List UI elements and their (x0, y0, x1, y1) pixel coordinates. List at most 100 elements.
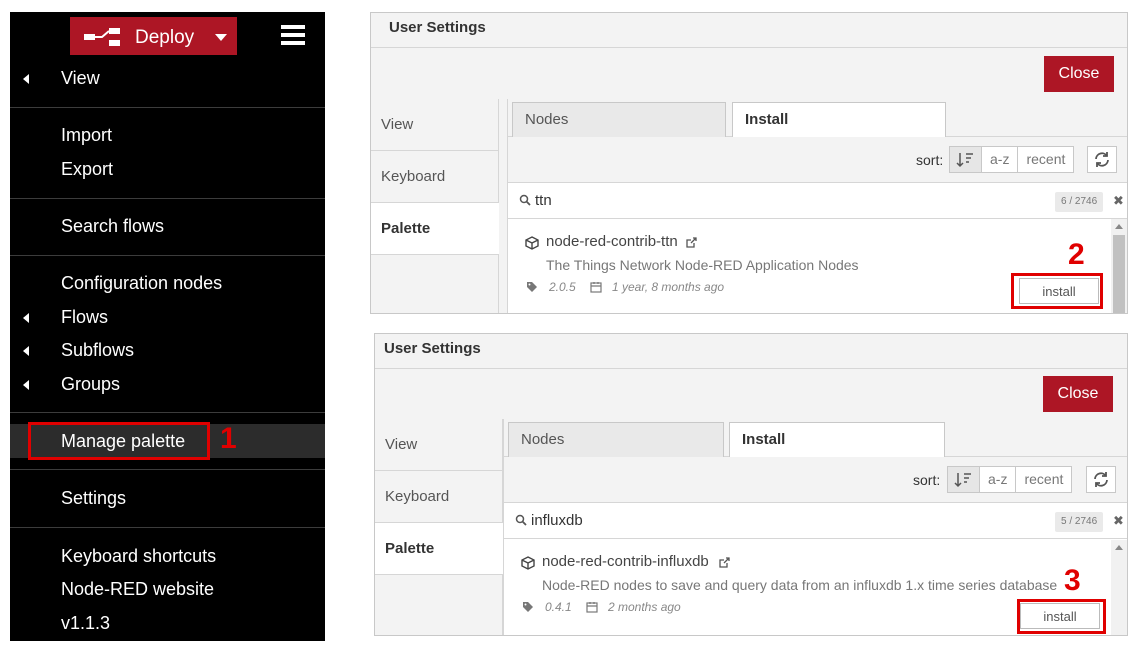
settings-sidebar: View Keyboard Palette (371, 99, 499, 313)
menu-divider (10, 469, 325, 470)
close-button[interactable]: Close (1044, 56, 1114, 92)
package-icon (525, 236, 539, 250)
sort-options: a-z recent (947, 466, 1073, 493)
tab-install[interactable]: Install (732, 102, 946, 138)
sort-bar: sort: a-z recent (508, 137, 1127, 183)
sidebar-tab-keyboard[interactable]: Keyboard (375, 471, 503, 523)
flow-icon (84, 28, 120, 46)
scroll-thumb[interactable] (1113, 235, 1125, 313)
menu-divider (10, 255, 325, 256)
sidebar-tab-keyboard[interactable]: Keyboard (371, 151, 499, 203)
step-number-1: 1 (220, 422, 237, 455)
search-input[interactable] (531, 512, 931, 529)
tab-nodes[interactable]: Nodes (512, 102, 726, 137)
close-icon[interactable]: ✖ (1113, 193, 1124, 209)
tab-install[interactable]: Install (729, 422, 945, 458)
menu-item-configuration-nodes[interactable]: Configuration nodes (10, 268, 325, 298)
package-version: 2.0.5 (549, 280, 576, 294)
sidebar-tab-view[interactable]: View (375, 419, 503, 471)
search-input[interactable] (535, 192, 935, 209)
package-description: The Things Network Node-RED Application … (546, 257, 859, 273)
main-menu: Deploy View Import Export Search flows C… (10, 12, 325, 641)
close-button[interactable]: Close (1043, 376, 1113, 412)
menu-divider (10, 198, 325, 199)
palette-tabs: Nodes Install (508, 99, 1127, 138)
menu-item-keyboard-shortcuts[interactable]: Keyboard shortcuts (10, 541, 325, 571)
menu-item-import[interactable]: Import (10, 120, 325, 150)
menu-item-flows[interactable]: Flows (10, 302, 325, 332)
scrollbar[interactable] (1111, 219, 1127, 313)
menu-item-search-flows[interactable]: Search flows (10, 211, 325, 241)
package-updated: 2 months ago (608, 600, 681, 614)
menu-item-groups[interactable]: Groups (10, 369, 325, 399)
dialog-title: User Settings (384, 340, 481, 357)
external-link-icon[interactable] (685, 236, 698, 249)
menu-divider (10, 412, 325, 413)
package-updated: 1 year, 8 months ago (612, 280, 725, 294)
menu-item-version: v1.1.3 (61, 613, 111, 633)
search-bar: 5 / 2746 ✖ (504, 503, 1127, 539)
sort-recent-button[interactable]: recent (1015, 467, 1071, 492)
scroll-up-icon[interactable] (1115, 224, 1123, 229)
sidebar-tab-palette[interactable]: Palette (375, 523, 503, 575)
divider (371, 47, 1127, 48)
hamburger-icon[interactable] (281, 25, 305, 45)
package-description: Node-RED nodes to save and query data fr… (542, 577, 1058, 593)
deploy-button[interactable]: Deploy (70, 17, 237, 55)
menu-divider (10, 107, 325, 108)
menu-divider (10, 527, 325, 528)
chevron-left-icon (23, 380, 29, 390)
refresh-icon[interactable] (1086, 466, 1116, 493)
deploy-label: Deploy (135, 27, 195, 48)
chevron-left-icon (23, 313, 29, 323)
menu-item-node-red-website[interactable]: Node-RED website (10, 574, 325, 604)
sort-icon[interactable] (948, 467, 979, 492)
user-settings-dialog-top: User Settings Close View Keyboard Palett… (370, 12, 1128, 314)
tag-icon (523, 602, 533, 612)
calendar-icon (586, 602, 598, 613)
result-count-badge: 6 / 2746 (1055, 192, 1104, 212)
highlight-box-manage-palette (28, 422, 210, 460)
close-icon[interactable]: ✖ (1113, 513, 1124, 529)
tab-nodes[interactable]: Nodes (508, 422, 724, 457)
package-icon (521, 556, 535, 570)
package-name[interactable]: node-red-contrib-ttn (546, 233, 678, 250)
chevron-left-icon (23, 346, 29, 356)
sidebar-tab-view[interactable]: View (371, 99, 499, 151)
menu-item-view[interactable]: View (10, 63, 325, 93)
search-icon (519, 194, 531, 206)
external-link-icon[interactable] (718, 556, 731, 569)
highlight-box-install-ttn (1011, 273, 1103, 309)
search-icon (515, 514, 527, 526)
step-number-2: 2 (1068, 238, 1085, 271)
menu-item-export[interactable]: Export (10, 154, 325, 184)
package-name[interactable]: node-red-contrib-influxdb (542, 553, 709, 570)
menu-item-subflows[interactable]: Subflows (10, 335, 325, 365)
refresh-icon[interactable] (1087, 146, 1117, 173)
sort-options: a-z recent (949, 146, 1075, 173)
sort-a-z-button[interactable]: a-z (979, 467, 1015, 492)
highlight-box-install-influxdb (1017, 599, 1106, 634)
result-count-badge: 5 / 2746 (1055, 512, 1104, 532)
tag-icon (527, 282, 537, 292)
dialog-title: User Settings (389, 19, 486, 36)
package-version: 0.4.1 (545, 600, 572, 614)
user-settings-dialog-bottom: User Settings Close View Keyboard Palett… (374, 333, 1128, 636)
divider (375, 368, 1127, 369)
scroll-up-icon[interactable] (1115, 545, 1123, 550)
sidebar-tab-palette[interactable]: Palette (371, 203, 499, 255)
scrollbar[interactable] (1111, 540, 1127, 635)
menu-item-settings[interactable]: Settings (10, 483, 325, 513)
palette-tabs: Nodes Install (504, 419, 1127, 458)
sort-icon[interactable] (950, 147, 981, 172)
step-number-3: 3 (1064, 564, 1081, 597)
settings-sidebar: View Keyboard Palette (375, 419, 503, 635)
sort-a-z-button[interactable]: a-z (981, 147, 1017, 172)
sort-label: sort: (916, 152, 944, 168)
chevron-left-icon (23, 74, 29, 84)
caret-down-icon[interactable] (215, 34, 227, 41)
calendar-icon (590, 282, 602, 293)
sort-recent-button[interactable]: recent (1017, 147, 1073, 172)
sort-label: sort: (913, 472, 941, 488)
sort-bar: sort: a-z recent (504, 457, 1127, 503)
